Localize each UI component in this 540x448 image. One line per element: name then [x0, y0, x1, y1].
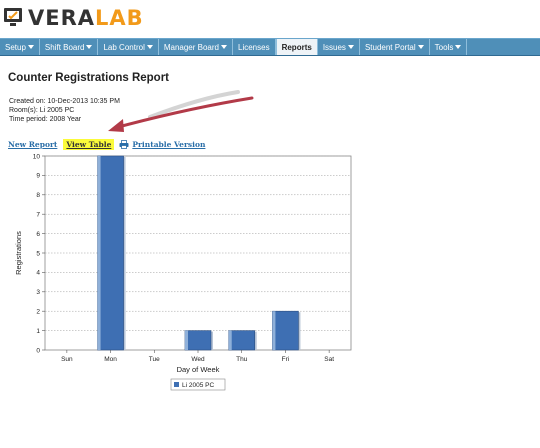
legend-swatch — [174, 382, 179, 387]
nav-item-reports[interactable]: Reports — [275, 39, 318, 55]
app-window: VERALAB Setup Shift Board Lab Control Manag… — [0, 0, 540, 448]
nav-item-label: Manager Board — [163, 42, 219, 52]
y-axis-title: Registrations — [14, 231, 23, 275]
caret-down-icon — [221, 45, 227, 49]
nav-item-label: Shift Board — [44, 42, 85, 52]
nav-item-shift-board[interactable]: Shift Board — [40, 39, 99, 55]
nav-item-label: Licenses — [238, 42, 270, 52]
chart-svg: 0 1 2 3 4 5 6 7 8 9 10 Sun Mon Tue Wed Thu Fri Sat Day of … — [14, 153, 352, 391]
report-links: New Report View Table Printable Version — [8, 138, 205, 150]
y-tick-label: 6 — [36, 231, 40, 238]
nav-item-label: Tools — [434, 42, 454, 52]
caret-down-icon — [417, 45, 424, 49]
caret-down-icon — [455, 45, 462, 49]
logo-text: VERALAB — [28, 6, 144, 30]
nav-item-setup[interactable]: Setup — [0, 39, 40, 55]
nav-item-manager-board[interactable]: Manager Board — [159, 39, 233, 55]
legend-label: Li 2005 PC — [182, 382, 214, 389]
x-tick-label: Fri — [282, 356, 290, 363]
nav-item-issues[interactable]: Issues — [318, 39, 360, 55]
y-tick-label: 2 — [36, 309, 40, 316]
bar-fri — [272, 310, 299, 351]
logo-text-main: VERA — [28, 6, 96, 30]
veralab-logo[interactable]: VERALAB — [2, 4, 152, 32]
printer-icon[interactable] — [119, 139, 129, 149]
bar-mon — [97, 155, 124, 351]
nav-item-label: Student Portal — [364, 42, 416, 52]
bar-wed — [184, 330, 212, 351]
nav-item-label: Lab Control — [103, 42, 145, 52]
created-on-text: Created on: 10-Dec-2013 10:35 PM — [9, 98, 120, 105]
x-axis-title: Day of Week — [177, 365, 220, 374]
y-tick-label: 10 — [33, 153, 41, 160]
view-table-link[interactable]: View Table — [63, 138, 115, 150]
x-tick-label: Wed — [191, 356, 205, 363]
bar-highlight — [185, 330, 188, 350]
bar-thu — [228, 330, 256, 351]
nav-item-licenses[interactable]: Licenses — [233, 39, 276, 55]
nav-item-label: Reports — [281, 42, 312, 52]
x-tick-label: Mon — [104, 356, 117, 363]
caret-down-icon — [146, 45, 153, 49]
caret-down-icon — [27, 45, 34, 49]
bar-highlight — [228, 330, 232, 350]
annotation-arrow-shaft — [116, 96, 254, 129]
bar-highlight — [97, 156, 101, 350]
y-tick-label: 1 — [36, 328, 40, 335]
nav-item-tools[interactable]: Tools — [430, 39, 468, 55]
x-tick-label: Sat — [324, 356, 334, 363]
printable-version-link[interactable]: Printable Version — [132, 140, 205, 149]
y-tick-label: 7 — [36, 212, 40, 219]
y-tick-label: 9 — [36, 173, 40, 180]
new-report-link[interactable]: New Report — [8, 140, 57, 149]
rooms-text: Room(s): Li 2005 PC — [9, 107, 75, 114]
registrations-chart: 0 1 2 3 4 5 6 7 8 9 10 Sun Mon Tue Wed Thu Fri Sat Day of … — [12, 150, 357, 395]
y-tick-label: 0 — [36, 347, 40, 354]
page-title: Counter Registrations Report — [8, 72, 170, 84]
caret-down-icon — [86, 45, 93, 49]
logo-text-accent: LAB — [95, 6, 144, 30]
y-tick-label: 4 — [36, 270, 40, 277]
x-tick-label: Thu — [236, 356, 248, 363]
y-tick-label: 8 — [36, 192, 40, 199]
header: VERALAB — [0, 0, 540, 38]
nav-item-label: Setup — [5, 42, 26, 52]
nav-item-student-portal[interactable]: Student Portal — [360, 39, 430, 55]
bar-highlight — [272, 311, 276, 350]
x-tick-label: Sun — [61, 356, 73, 363]
annotation-shadow — [148, 90, 240, 119]
y-tick-label: 3 — [36, 289, 40, 296]
time-period-text: Time period: 2008 Year — [9, 116, 82, 123]
nav-item-label: Issues — [322, 42, 346, 52]
logo-monitor-icon — [4, 8, 22, 26]
main-navigation: Setup Shift Board Lab Control Manager Board… — [0, 38, 540, 56]
caret-down-icon — [347, 45, 354, 49]
x-tick-label: Tue — [149, 356, 160, 363]
nav-list: Setup Shift Board Lab Control Manager Board… — [0, 39, 540, 55]
report-meta: Created on: 10-Dec-2013 10:35 PM Room(s)… — [9, 97, 120, 124]
nav-item-lab-control[interactable]: Lab Control — [98, 39, 159, 55]
y-tick-label: 5 — [36, 250, 40, 257]
